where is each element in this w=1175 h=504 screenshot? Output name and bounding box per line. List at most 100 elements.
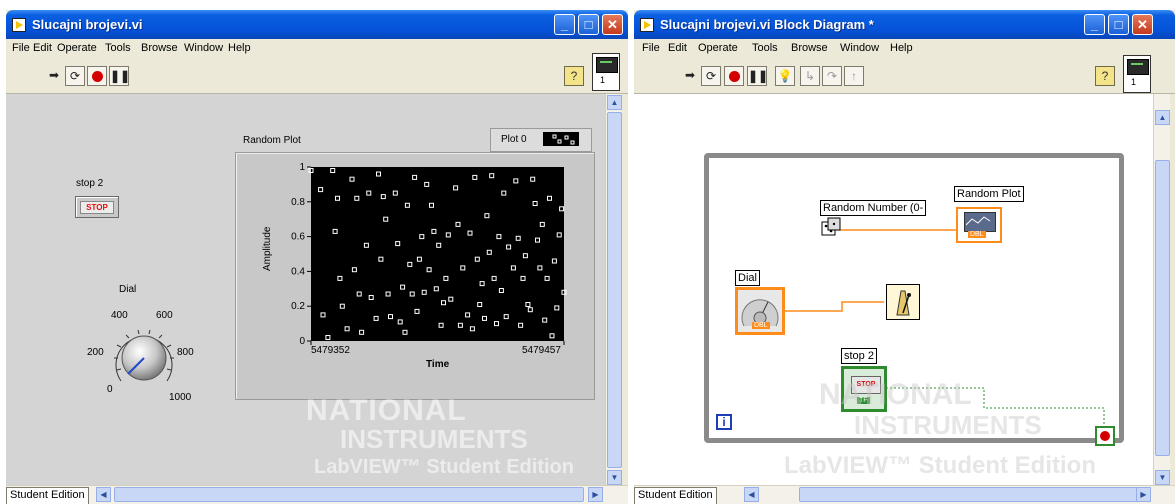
run-arrow-icon[interactable]: ➡ <box>680 66 700 86</box>
step-over-icon[interactable]: ↷ <box>822 66 842 86</box>
front-panel-vertical-scrollbar[interactable]: ▲ ▼ <box>605 94 622 486</box>
scroll-down-icon[interactable]: ▼ <box>1155 470 1170 485</box>
close-button[interactable]: ✕ <box>1132 14 1153 35</box>
scroll-down-icon[interactable]: ▼ <box>607 470 622 485</box>
y-tick-label: 0.2 <box>291 301 305 312</box>
random-plot-dbl-tag: DBL <box>968 231 986 238</box>
waveform-graph[interactable]: 0 0.2 0.4 0.6 0.8 1 Amplitude 5479352 5479457… <box>235 152 595 400</box>
dial-knob[interactable] <box>104 318 184 396</box>
scroll-up-icon[interactable]: ▲ <box>607 95 622 110</box>
front-panel-toolbar: ➡ ⟳ ❚❚ ? 1 <box>6 53 628 94</box>
block-diagram-title-bar[interactable]: Slucajni brojevi.vi Block Diagram * _ □ … <box>634 10 1175 39</box>
dice-icon[interactable] <box>820 216 842 240</box>
stop-button-text: STOP <box>80 201 114 214</box>
block-diagram-toolbar: ➡ ⟳ ❚❚ 💡 ↳ ↷ ↑ ? 1 <box>634 55 1175 94</box>
menu-window[interactable]: Window <box>840 42 879 54</box>
y-tick-label: 0.8 <box>291 197 305 208</box>
watermark-national: NATIONAL <box>819 378 972 411</box>
help-icon[interactable]: ? <box>1095 66 1115 86</box>
block-diagram-vertical-scrollbar[interactable]: ▲ ▼ <box>1153 94 1170 486</box>
block-diagram-canvas: i Random Number (0- Random Plot DBL Dial… <box>634 94 1153 486</box>
menu-browse[interactable]: Browse <box>141 42 178 54</box>
front-panel-title-bar[interactable]: Slucajni brojevi.vi _ □ ✕ <box>6 10 628 39</box>
context-label: Student Edition <box>634 487 717 504</box>
block-diagram-window: Slucajni brojevi.vi Block Diagram * _ □ … <box>634 10 1175 504</box>
menu-tools[interactable]: Tools <box>105 42 131 54</box>
y-tick-label: 0 <box>299 336 305 347</box>
scroll-right-icon[interactable]: ▶ <box>1136 487 1151 502</box>
random-plot-terminal[interactable]: DBL <box>956 207 1002 243</box>
watermark-student-edition: LabVIEW™ Student Edition <box>314 456 574 478</box>
run-arrow-icon[interactable]: ➡ <box>44 66 64 86</box>
front-panel-window: Slucajni brojevi.vi _ □ ✕ File Edit Oper… <box>6 10 628 504</box>
horizontal-scroll-thumb[interactable] <box>114 487 584 502</box>
step-out-icon[interactable]: ↑ <box>844 66 864 86</box>
menu-tools[interactable]: Tools <box>752 42 778 54</box>
y-tick-label: 0.4 <box>291 266 305 277</box>
menu-edit[interactable]: Edit <box>33 42 52 54</box>
y-axis-label: Amplitude <box>262 226 273 271</box>
maximize-button[interactable]: □ <box>578 14 599 35</box>
y-tick-label: 1 <box>299 162 305 173</box>
dial-terminal[interactable]: DBL <box>735 287 785 335</box>
watermark-instruments: INSTRUMENTS <box>854 410 1042 440</box>
watermark-student-edition: LabVIEW™ Student Edition <box>784 452 1096 479</box>
dial-dbl-tag: DBL <box>752 322 770 329</box>
menu-operate[interactable]: Operate <box>57 42 97 54</box>
pause-icon[interactable]: ❚❚ <box>109 66 130 86</box>
close-button[interactable]: ✕ <box>602 14 623 35</box>
abort-execution-icon[interactable] <box>87 66 107 86</box>
menu-file[interactable]: File <box>642 42 660 54</box>
y-tick-label: 0.6 <box>291 232 305 243</box>
front-panel-title: Slucajni brojevi.vi <box>32 17 143 32</box>
highlight-execution-icon[interactable]: 💡 <box>775 66 795 86</box>
dial-terminal-label: Dial <box>735 270 760 286</box>
plot-legend[interactable]: Plot 0 <box>490 128 592 152</box>
scroll-thumb[interactable] <box>1155 160 1170 456</box>
plot-legend-name: Plot 0 <box>501 134 527 145</box>
menu-browse[interactable]: Browse <box>791 42 828 54</box>
wait-ms-icon[interactable] <box>886 284 920 320</box>
block-diagram-menu-bar: File Edit Operate Tools Browse Window He… <box>634 39 1175 59</box>
scroll-right-icon[interactable]: ▶ <box>588 487 603 502</box>
run-continuously-icon[interactable]: ⟳ <box>65 66 85 86</box>
scroll-left-icon[interactable]: ◀ <box>96 487 111 502</box>
scroll-thumb[interactable] <box>607 112 622 468</box>
menu-help[interactable]: Help <box>890 42 913 54</box>
front-panel-status-bar: Student Edition ◀ ▶ <box>6 485 628 504</box>
scroll-up-icon[interactable]: ▲ <box>1155 110 1170 125</box>
help-icon[interactable]: ? <box>564 66 584 86</box>
menu-window[interactable]: Window <box>184 42 223 54</box>
stop-button[interactable]: STOP <box>75 196 119 218</box>
step-into-icon[interactable]: ↳ <box>800 66 820 86</box>
minimize-button[interactable]: _ <box>554 14 575 35</box>
run-continuously-icon[interactable]: ⟳ <box>701 66 721 86</box>
minimize-button[interactable]: _ <box>1084 14 1105 35</box>
menu-file[interactable]: File <box>12 42 30 54</box>
graph-plot-svg: 0 0.2 0.4 0.6 0.8 1 <box>291 162 567 347</box>
menu-operate[interactable]: Operate <box>698 42 738 54</box>
stop-label: stop 2 <box>76 178 104 189</box>
labview-vi-icon <box>12 18 26 32</box>
context-label: Student Edition <box>6 487 89 504</box>
dial-label: Dial <box>119 284 137 295</box>
random-number-label: Random Number (0- <box>820 200 927 216</box>
connector-pane-icon: 1 <box>1123 55 1151 93</box>
watermark-national: NATIONAL <box>306 394 467 427</box>
conditional-terminal[interactable] <box>1095 426 1115 446</box>
pause-icon[interactable]: ❚❚ <box>747 66 768 86</box>
horizontal-scroll-thumb[interactable] <box>799 487 1139 502</box>
x-tick-end: 5479457 <box>522 345 561 356</box>
menu-edit[interactable]: Edit <box>668 42 687 54</box>
maximize-button[interactable]: □ <box>1108 14 1129 35</box>
x-tick-start: 5479352 <box>311 345 350 356</box>
plot-legend-swatch <box>543 132 579 146</box>
stop-terminal-label: stop 2 <box>841 348 877 364</box>
abort-execution-icon[interactable] <box>724 66 744 86</box>
labview-vi-icon <box>640 18 654 32</box>
dial-scale-200: 200 <box>87 347 104 358</box>
connector-number: 1 <box>600 75 606 85</box>
scroll-left-icon[interactable]: ◀ <box>744 487 759 502</box>
front-panel-menu-bar: File Edit Operate Tools Browse Window He… <box>6 39 628 59</box>
menu-help[interactable]: Help <box>228 42 251 54</box>
